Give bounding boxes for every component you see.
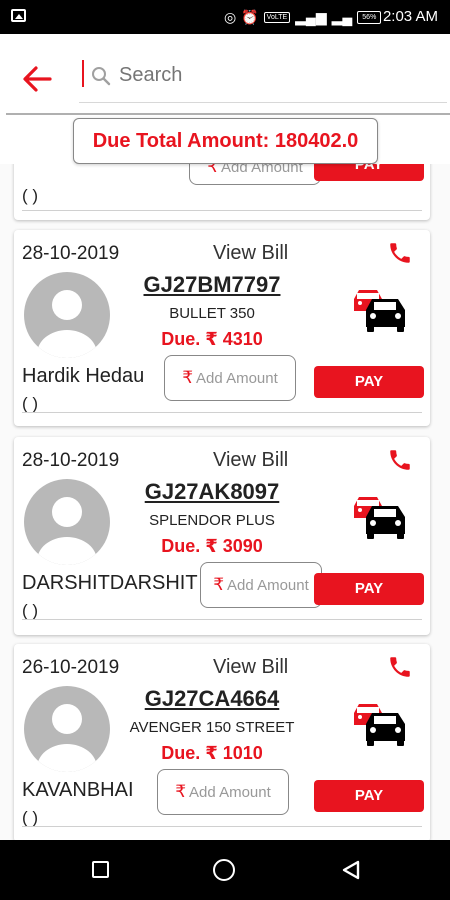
add-amount-button[interactable]: ₹ Add Amount <box>157 769 289 815</box>
cars-icon <box>354 497 405 539</box>
alarm-icon: ⏰ <box>241 9 259 25</box>
view-bill-link[interactable]: View Bill <box>213 242 288 265</box>
text-cursor <box>82 60 84 87</box>
cars-icon <box>354 704 405 746</box>
add-amount-label: Add Amount <box>227 576 309 594</box>
cars-icon <box>354 290 405 332</box>
vehicle-model: SPLENDOR PLUS <box>149 512 275 529</box>
search-icon <box>92 67 111 86</box>
bill-card[interactable]: 26-10-2019 View Bill GJ27CA4664 AVENGER … <box>14 644 430 840</box>
bill-card[interactable]: 28-10-2019 View Bill GJ27BM7797 BULLET 3… <box>14 230 430 426</box>
card-divider <box>22 210 422 211</box>
back-arrow-icon[interactable] <box>22 64 52 94</box>
rupee-icon: ₹ <box>213 575 225 594</box>
pay-button[interactable]: PAY <box>314 780 424 812</box>
add-amount-label: Add Amount <box>221 164 303 176</box>
back-button[interactable] <box>340 859 362 881</box>
navigation-bar <box>0 840 450 900</box>
vehicle-plate: GJ27BM7797 <box>143 272 281 297</box>
rupee-icon: ₹ <box>207 164 219 176</box>
rupee-icon: ₹ <box>175 782 187 801</box>
contact-paren: ( ) <box>22 808 39 827</box>
header <box>0 34 450 114</box>
status-icons: ◎ ⏰ VoLTE ▂▄▆ ▂▄ 56% <box>224 8 382 26</box>
avatar <box>24 479 110 565</box>
volte-badge: VoLTE <box>263 11 291 23</box>
phone-icon[interactable] <box>387 654 413 680</box>
rupee-icon: ₹ <box>182 368 194 387</box>
add-amount-label: Add Amount <box>189 783 271 801</box>
contact-paren: ( ) <box>22 601 39 620</box>
vehicle-plate: GJ27AK8097 <box>144 479 280 504</box>
customer-name: DARSHITDARSHIT <box>22 572 198 594</box>
view-bill-link[interactable]: View Bill <box>213 449 288 472</box>
signal-icon: ▂▄▆ <box>295 9 327 25</box>
avatar-icon <box>37 497 97 565</box>
pay-button[interactable]: PAY <box>314 164 424 181</box>
add-amount-button[interactable]: ₹ Add Amount <box>200 562 322 608</box>
avatar <box>24 686 110 772</box>
battery-icon: 56% <box>357 10 382 24</box>
card-divider <box>22 826 422 827</box>
avatar <box>24 272 110 358</box>
view-bill-link[interactable]: View Bill <box>213 656 288 679</box>
recents-button[interactable] <box>92 861 109 878</box>
bill-date: 26-10-2019 <box>22 657 120 678</box>
card-divider <box>22 619 422 620</box>
avatar-icon <box>37 290 97 358</box>
pay-button[interactable]: PAY <box>314 573 424 605</box>
add-amount-button[interactable]: ₹ Add Amount <box>189 164 321 185</box>
header-divider <box>6 113 450 115</box>
card-divider <box>22 412 422 413</box>
hotspot-icon: ◎ <box>224 9 237 25</box>
bill-date: 28-10-2019 <box>22 243 120 264</box>
customer-name: KAVANBHAI <box>22 779 134 801</box>
search-bar[interactable] <box>79 58 447 103</box>
vehicle-plate: GJ27CA4664 <box>144 686 280 711</box>
due-amount: Due. ₹ 4310 <box>161 329 263 349</box>
add-amount-label: Add Amount <box>196 369 278 387</box>
vehicle-model: AVENGER 150 STREET <box>129 719 295 736</box>
avatar-icon <box>37 704 97 772</box>
bill-card[interactable]: 28-10-2019 View Bill GJ27AK8097 SPLENDOR… <box>14 437 430 635</box>
signal-icon-2: ▂▄ <box>331 9 353 25</box>
phone-icon[interactable] <box>387 240 413 266</box>
add-amount-button[interactable]: ₹ Add Amount <box>164 355 296 401</box>
due-amount: Due. ₹ 3090 <box>161 536 263 556</box>
bill-list[interactable]: ( ) ₹ Add Amount PAY 28-10-2019 View Bil… <box>0 164 450 840</box>
phone-icon[interactable] <box>387 447 413 473</box>
bill-date: 28-10-2019 <box>22 450 120 471</box>
due-amount: Due. ₹ 1010 <box>161 743 263 763</box>
vehicle-model: BULLET 350 <box>169 305 255 322</box>
due-total-amount: Due Total Amount: 180402.0 <box>73 118 378 164</box>
search-input[interactable] <box>119 64 419 87</box>
customer-name: Hardik Hedau <box>22 365 145 387</box>
gallery-notification-icon <box>11 9 26 22</box>
status-bar: ◎ ⏰ VoLTE ▂▄▆ ▂▄ 56% 2:03 AM <box>0 0 450 34</box>
contact-paren: ( ) <box>22 186 39 205</box>
pay-button[interactable]: PAY <box>314 366 424 398</box>
home-button[interactable] <box>213 859 235 881</box>
status-time: 2:03 AM <box>382 8 438 25</box>
bill-card-partial[interactable]: ( ) ₹ Add Amount PAY <box>14 164 430 220</box>
contact-paren: ( ) <box>22 394 39 413</box>
